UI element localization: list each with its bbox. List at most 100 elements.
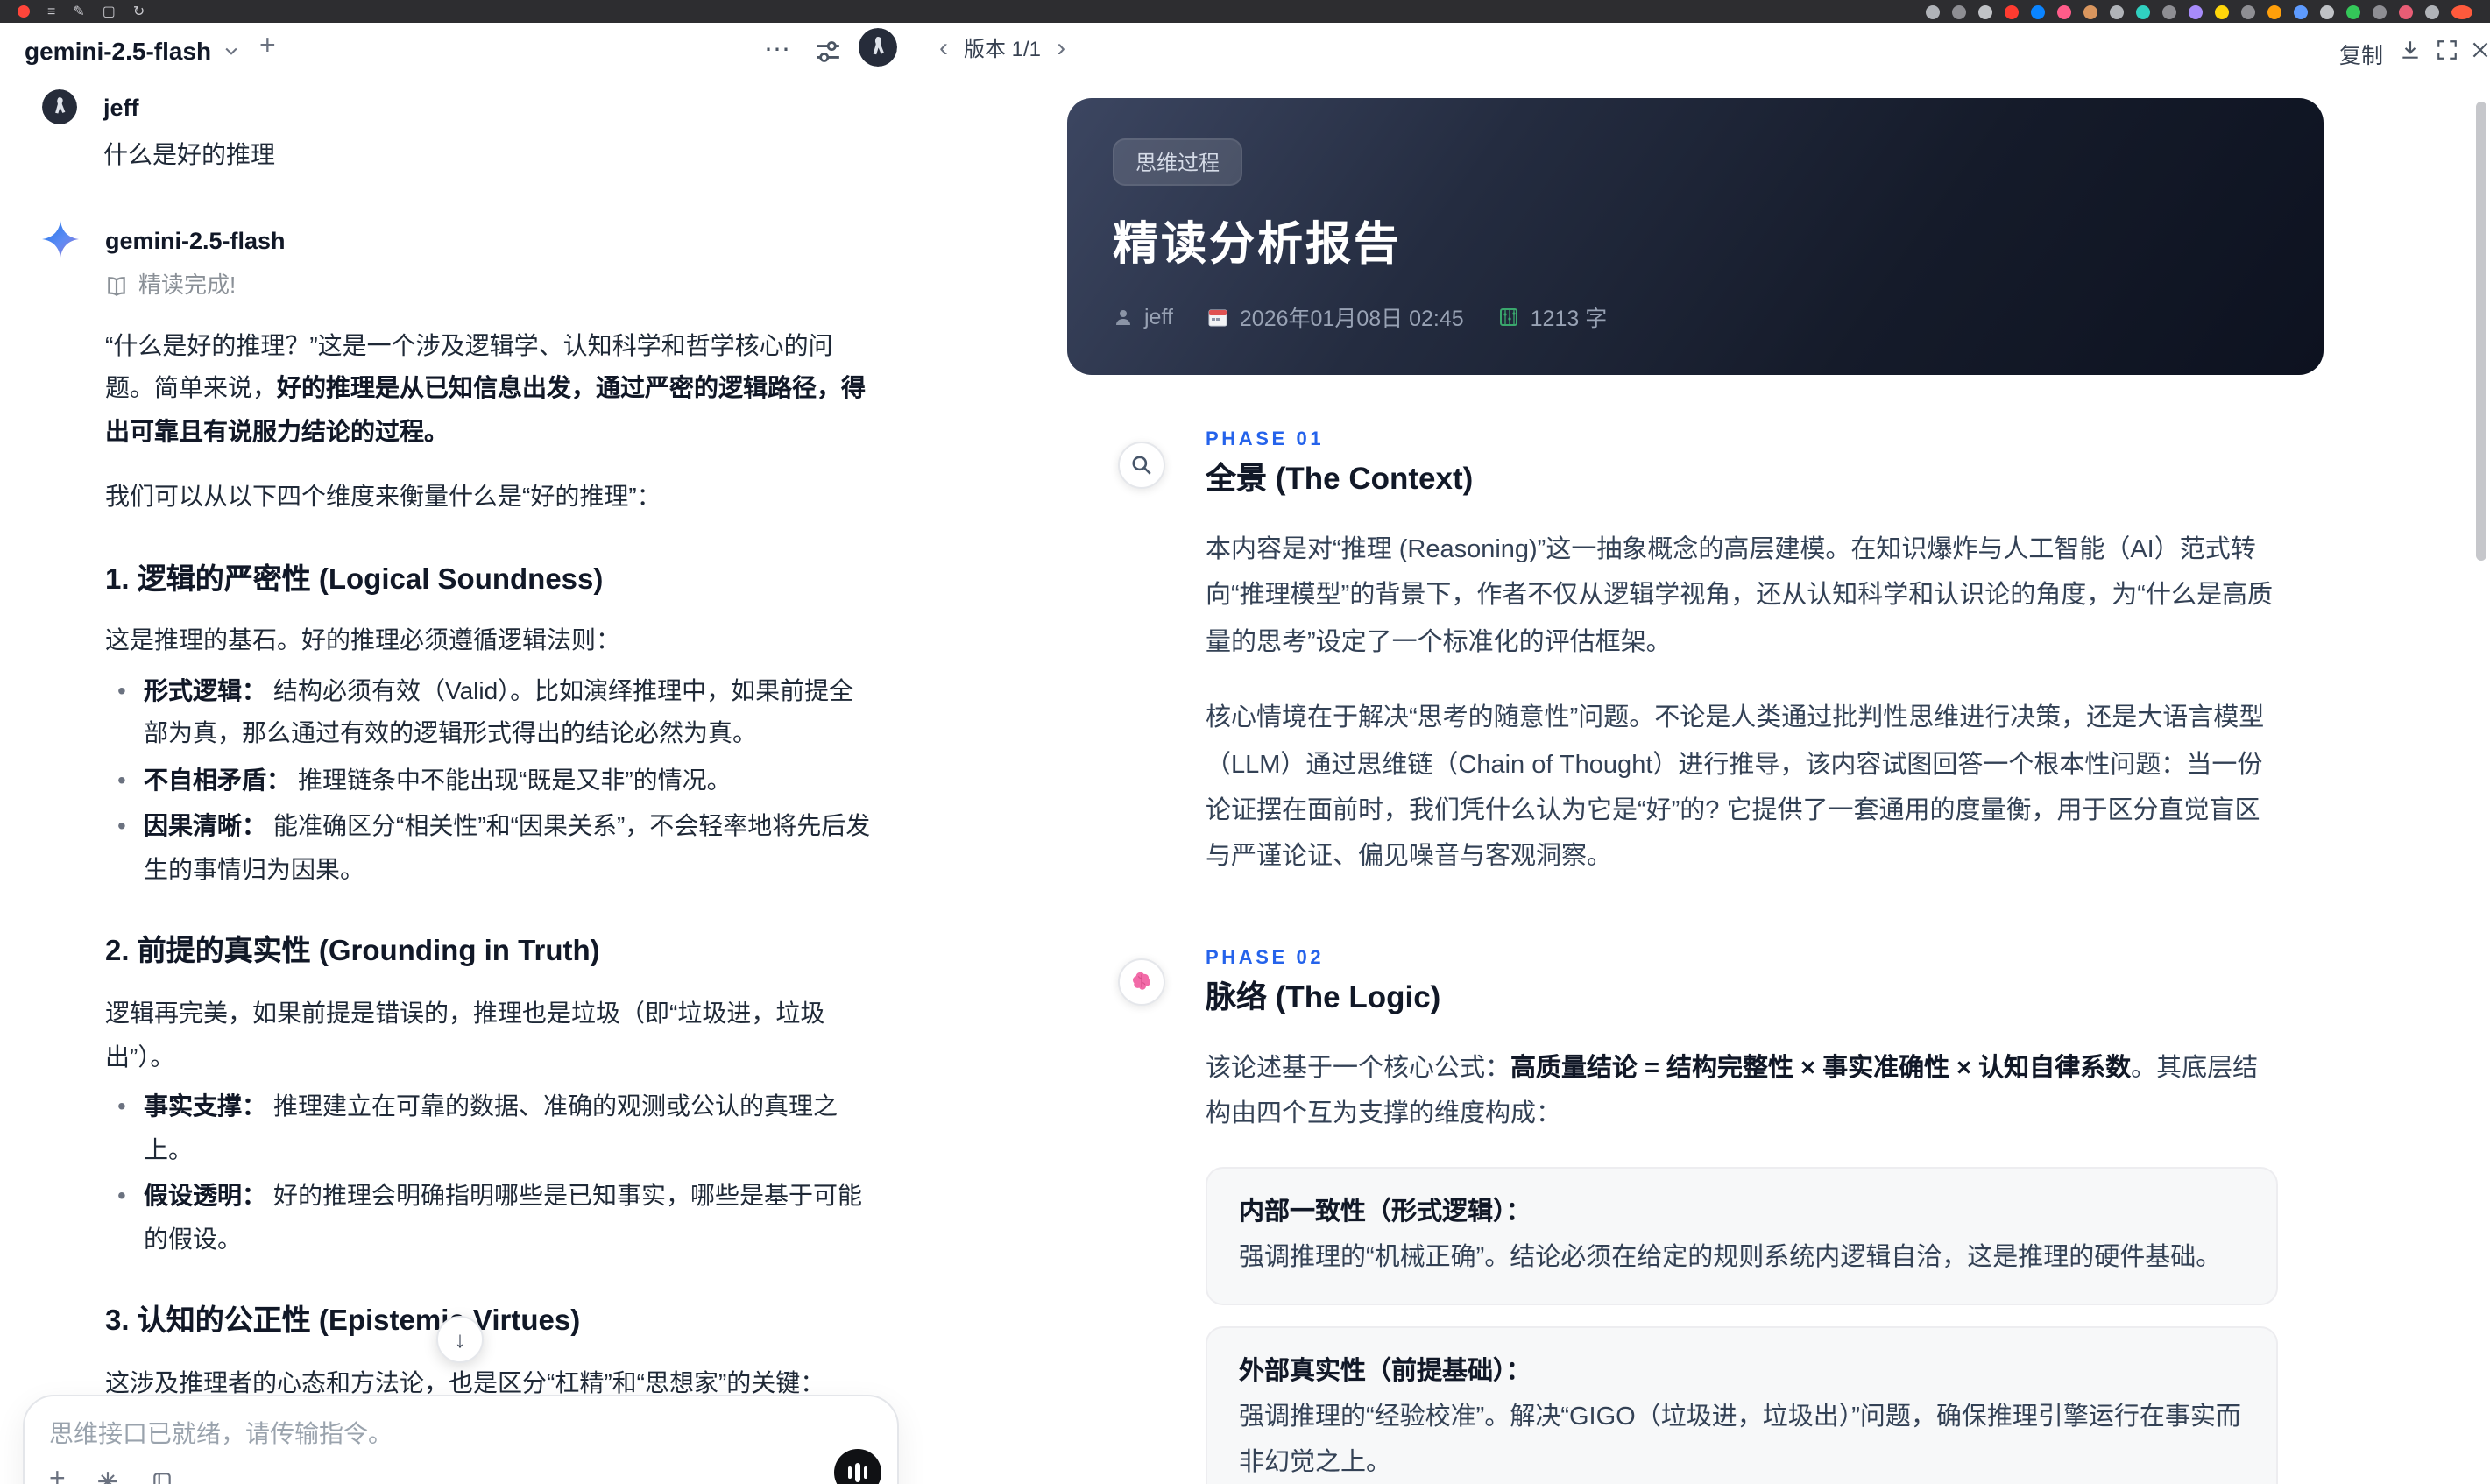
report-title: 精读分析报告 <box>1113 217 1403 270</box>
extension-icon[interactable] <box>2320 4 2334 18</box>
model-name: gemini-2.5-flash <box>25 37 212 65</box>
chat-composer: + <box>23 1395 899 1484</box>
dimension-cards: 内部一致性（形式逻辑）： 强调推理的“机械正确”。结论必须在给定的规则系统内逻辑… <box>1206 1167 2278 1484</box>
section-intro: 逻辑再完美，如果前提是错误的，推理也是垃圾（即“垃圾进，垃圾出”）。 <box>105 999 825 1071</box>
extension-icon[interactable] <box>2373 4 2387 18</box>
brain-icon <box>1118 958 1165 1007</box>
assistant-message: gemini-2.5-flash 精读完成! “什么是好的推理？”这是一个涉及逻… <box>42 221 995 1484</box>
magnifier-icon <box>1118 441 1165 488</box>
bullet-item: 形式逻辑：结构必须有效（Valid）。比如演绎推理中，如果前提全部为真，那么通过… <box>105 669 876 755</box>
phase-paragraph: 本内容是对“推理 (Reasoning)”这一抽象概念的高层建模。在知识爆炸与人… <box>1206 536 2273 657</box>
section-heading: 2. 前提的真实性 (Grounding in Truth) <box>105 936 600 968</box>
app-window: ≡ ✎ ▢ ↻ gemini-2.5-flash + ⋯ ‹ 版本 1/1 › 复制 <box>0 0 2490 1484</box>
calendar-icon <box>1208 306 1229 327</box>
extension-icon[interactable] <box>1952 4 1966 18</box>
phase-heading: 脉络 (The Logic) <box>1206 979 1441 1014</box>
extension-icon[interactable] <box>2057 4 2071 18</box>
extension-icon[interactable] <box>1978 4 1992 18</box>
core-formula: 该论述基于一个核心公式：高质量结论 = 结构完整性 × 事实准确性 × 认知自律… <box>1206 1054 2259 1128</box>
version-label: 版本 1/1 <box>964 37 1042 61</box>
add-attachment-button[interactable]: + <box>49 1465 66 1484</box>
extension-icon[interactable] <box>2215 4 2229 18</box>
user-avatar[interactable] <box>42 89 77 124</box>
recording-dot-icon <box>18 5 30 18</box>
report-badge: 思维过程 <box>1113 138 1243 186</box>
report-wordcount: 1213 字 <box>1499 300 1607 333</box>
report-hero: 思维过程 精读分析报告 jeff 2026年01月08日 02:45 1213 … <box>1067 98 2324 375</box>
more-options-button[interactable]: ⋯ <box>760 30 796 68</box>
bullet-item: 假设透明：好的推理会明确指明哪些是已知事实，哪些是基于可能的假设。 <box>105 1175 876 1261</box>
extension-icon[interactable] <box>1926 4 1940 18</box>
extension-icon[interactable] <box>2267 4 2281 18</box>
extension-icon[interactable] <box>2110 4 2124 18</box>
bullet-item: 事实支撑：推理建立在可靠的数据、准确的观测或公认的真理之上。 <box>105 1085 876 1171</box>
copy-button[interactable]: 复制 <box>2339 37 2383 70</box>
extension-icon[interactable] <box>2451 4 2472 18</box>
phase-label: PHASE 01 <box>1206 429 1325 450</box>
previous-version-button[interactable]: ‹ <box>939 35 948 61</box>
version-navigation: ‹ 版本 1/1 › <box>939 33 1065 63</box>
answer-section: 2. 前提的真实性 (Grounding in Truth) 逻辑再完美，如果前… <box>105 928 876 1261</box>
bullet-item: 不自相矛盾：推理链条中不能出现“既是又非”的情况。 <box>105 759 876 802</box>
extension-icon[interactable] <box>2346 4 2360 18</box>
extension-icon[interactable] <box>2399 4 2413 18</box>
report-meta: jeff 2026年01月08日 02:45 1213 字 <box>1113 300 2278 333</box>
section-intro: 这是推理的基石。好的推理必须遵循逻辑法则： <box>105 625 620 654</box>
assistant-intro: “什么是好的推理？”这是一个涉及逻辑学、认知科学和哲学核心的问题。简单来说，好的… <box>105 330 866 444</box>
read-status: 精读完成! <box>105 266 876 307</box>
account-avatar[interactable] <box>859 28 897 67</box>
scroll-to-bottom-button[interactable]: ↓ <box>436 1316 484 1363</box>
composer-actions: + <box>49 1465 174 1484</box>
phase-body: 该论述基于一个核心公式：高质量结论 = 结构完整性 × 事实准确性 × 认知自律… <box>1206 1045 2278 1484</box>
scrollbar[interactable] <box>2476 102 2486 561</box>
extension-icon[interactable] <box>2083 4 2097 18</box>
toolbar-glyph-icon[interactable]: ≡ <box>47 4 55 18</box>
person-icon <box>1113 306 1134 327</box>
report-author: jeff <box>1113 304 1173 329</box>
chat-input[interactable] <box>49 1416 645 1458</box>
toolbar-glyph-icon[interactable]: ✎ <box>73 4 84 18</box>
sparkle-tools-icon[interactable] <box>97 1469 120 1484</box>
toolbar-glyph-icon[interactable]: ▢ <box>103 4 116 18</box>
phase-label: PHASE 02 <box>1206 947 1325 969</box>
fullscreen-icon[interactable] <box>2432 35 2462 65</box>
dimension-card: 外部真实性（前提基础）： 强调推理的“经验校准”。解决“GIGO（垃圾进，垃圾出… <box>1206 1325 2278 1484</box>
gemini-logo-icon <box>42 221 79 258</box>
artifact-panel: 思维过程 精读分析报告 jeff 2026年01月08日 02:45 1213 … <box>1025 82 2479 1484</box>
answer-section: 1. 逻辑的严密性 (Logical Soundness) 这是推理的基石。好的… <box>105 555 876 891</box>
extension-icon[interactable] <box>2425 4 2439 18</box>
user-message-text: 什么是好的推理 <box>103 139 275 168</box>
extension-icon[interactable] <box>2162 4 2176 18</box>
assistant-lead: 我们可以从以下四个维度来衡量什么是“好的推理”： <box>105 482 661 510</box>
bullet-list: 形式逻辑：结构必须有效（Valid）。比如演绎推理中，如果前提全部为真，那么通过… <box>105 669 876 891</box>
extension-icon[interactable] <box>2005 4 2019 18</box>
settings-sliders-icon[interactable] <box>811 35 845 68</box>
download-icon[interactable] <box>2395 35 2425 65</box>
chevron-down-icon <box>222 42 239 60</box>
phase-body: 本内容是对“推理 (Reasoning)”这一抽象概念的高层建模。在知识爆炸与人… <box>1206 527 2278 880</box>
user-name: jeff <box>103 95 139 121</box>
book-icon <box>105 274 128 297</box>
extension-icon[interactable] <box>2294 4 2308 18</box>
phase-paragraph: 核心情境在于解决“思考的随意性”问题。不论是人类通过批判性思维进行决策，还是大语… <box>1206 704 2265 872</box>
abacus-icon <box>1499 306 1520 327</box>
extension-icon[interactable] <box>2136 4 2150 18</box>
voice-input-button[interactable] <box>834 1449 881 1484</box>
bullet-item: 因果清晰：能准确区分“相关性”和“因果关系”，不会轻率地将先后发生的事情归为因果… <box>105 805 876 891</box>
chat-panel: jeff 什么是好的推理 gemini-2.5-flash 精读完成! “什么是… <box>0 82 995 1484</box>
new-chat-button[interactable]: + <box>259 32 276 63</box>
toolbar-extensions <box>1926 4 2472 18</box>
extension-icon[interactable] <box>2189 4 2203 18</box>
report-date: 2026年01月08日 02:45 <box>1208 300 1464 333</box>
notebook-icon[interactable] <box>152 1469 174 1484</box>
extension-icon[interactable] <box>2241 4 2255 18</box>
model-selector[interactable]: gemini-2.5-flash <box>25 37 239 65</box>
next-version-button[interactable]: › <box>1057 35 1065 61</box>
close-icon[interactable] <box>2465 35 2490 65</box>
phase-section-2: PHASE 02 脉络 (The Logic) 该论述基于一个核心公式：高质量结… <box>1067 947 2479 1484</box>
browser-toolbar: ≡ ✎ ▢ ↻ <box>0 0 2490 23</box>
extension-icon[interactable] <box>2031 4 2045 18</box>
assistant-name: gemini-2.5-flash <box>105 228 286 255</box>
read-status-text: 精读完成! <box>138 271 237 298</box>
toolbar-glyph-icon[interactable]: ↻ <box>133 4 145 18</box>
